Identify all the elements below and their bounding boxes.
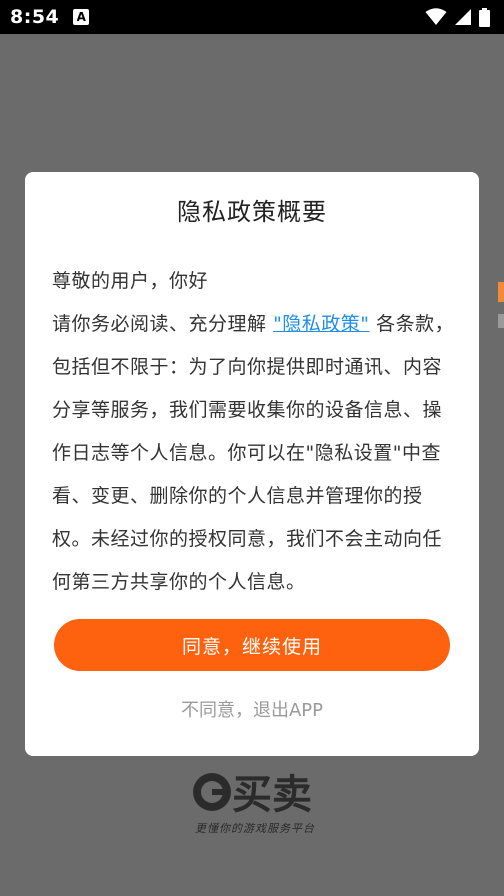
body-line-1-before: 请你务必阅读、充分理解 bbox=[52, 313, 267, 335]
screen: 8:54 A 隐私政策概要 尊敬的用户，你好 请你务必阅读、充分理解 "隐私政策… bbox=[0, 0, 504, 896]
body-line-7: 何第三方共享你的个人信息。 bbox=[52, 571, 306, 593]
dialog-body: 尊敬的用户，你好 请你务必阅读、充分理解 "隐私政策" 各条款， 包括但不限于：… bbox=[52, 260, 455, 604]
notification-icon: A bbox=[73, 9, 90, 25]
brand-tagline: 更懂你的游戏服务平台 bbox=[195, 822, 315, 835]
greeting-text: 尊敬的用户，你好 bbox=[52, 270, 209, 292]
battery-icon bbox=[479, 7, 490, 27]
dialog-title: 隐私政策概要 bbox=[177, 198, 327, 226]
background-accent-secondary bbox=[498, 314, 504, 328]
status-bar: 8:54 A bbox=[0, 0, 504, 34]
privacy-policy-link[interactable]: "隐私政策" bbox=[273, 313, 369, 335]
body-line-4: 作日志等个人信息。你可以在"隐私设置"中查 bbox=[52, 442, 441, 464]
decline-button[interactable]: 不同意，退出APP bbox=[25, 694, 479, 724]
agree-button[interactable]: 同意，继续使用 bbox=[54, 619, 450, 671]
body-line-2: 包括但不限于：为了向你提供即时通讯、内容 bbox=[52, 356, 443, 378]
status-time: 8:54 bbox=[10, 6, 60, 28]
body-line-5: 看、变更、删除你的个人信息并管理你的授 bbox=[52, 485, 423, 507]
body-line-3: 分享等服务，我们需要收集你的设备信息、操 bbox=[52, 399, 443, 421]
body-line-1: 请你务必阅读、充分理解 "隐私政策" 各条款， bbox=[52, 303, 455, 346]
svg-text:买卖: 买卖 bbox=[232, 772, 312, 818]
body-line-1-after: 各条款， bbox=[376, 313, 455, 335]
background-accent bbox=[498, 282, 504, 302]
status-icons bbox=[425, 7, 490, 27]
privacy-dialog: 隐私政策概要 尊敬的用户，你好 请你务必阅读、充分理解 "隐私政策" 各条款， … bbox=[25, 172, 479, 756]
signal-icon bbox=[454, 8, 472, 26]
body-line-6: 权。未经过你的授权同意，我们不会主动向任 bbox=[52, 528, 443, 550]
wifi-icon bbox=[425, 8, 447, 26]
